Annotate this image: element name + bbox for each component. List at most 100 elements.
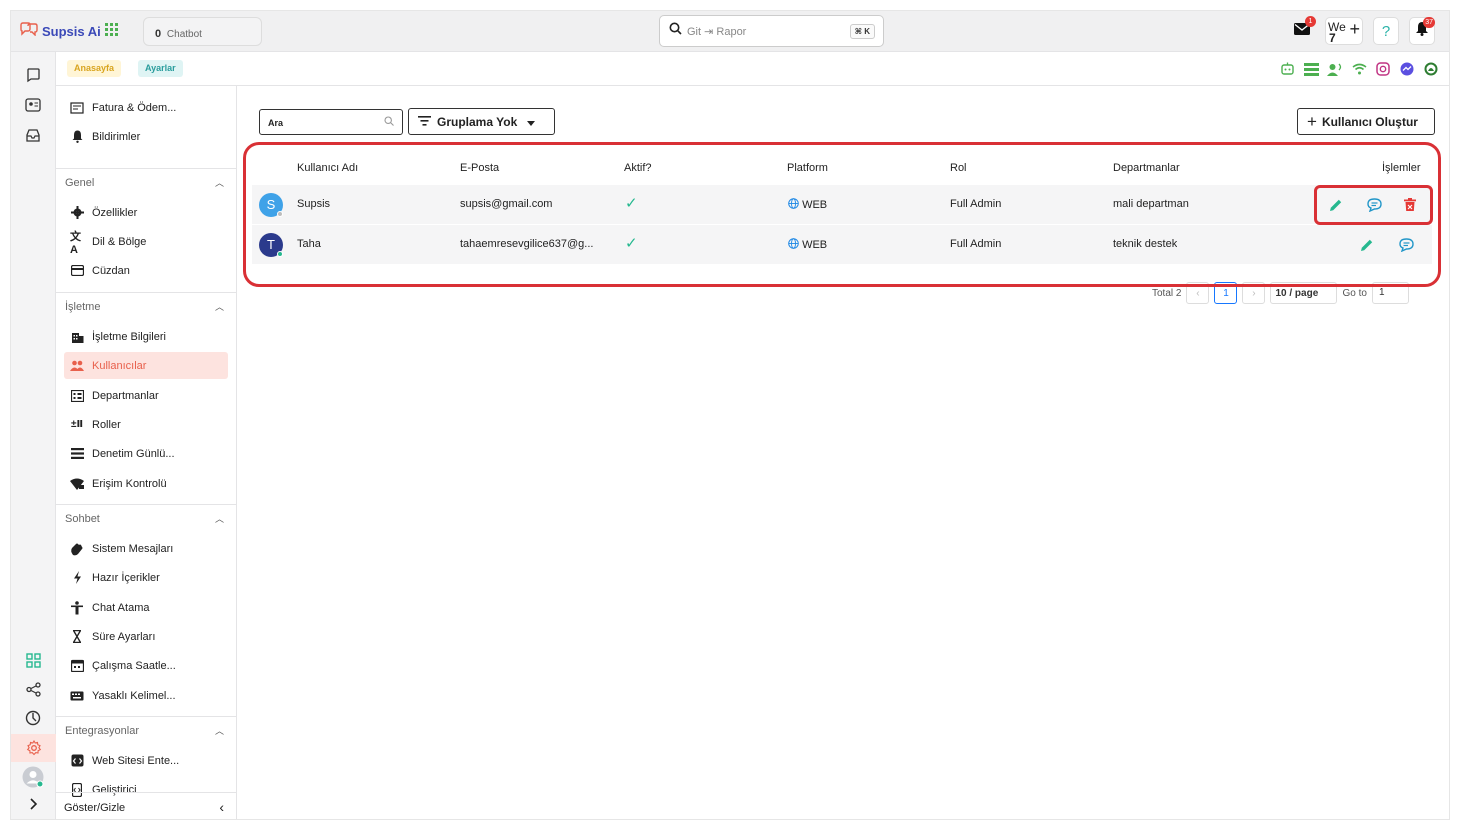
sidebar-item-label: Kullanıcılar [92, 359, 147, 372]
table-header: Kullanıcı Adı E-Posta Aktif? Platform Ro… [252, 153, 1432, 183]
sidebar-item-chat-assignment[interactable]: Chat Atama [64, 594, 228, 621]
sidebar-item-users[interactable]: Kullanıcılar [64, 352, 228, 379]
list-channel-icon[interactable] [1303, 61, 1319, 77]
voice-channel-icon[interactable] [1327, 61, 1343, 77]
sidebar-item-time-settings[interactable]: Süre Ayarları [64, 623, 228, 650]
breadcrumb-settings[interactable]: Ayarlar [138, 60, 183, 77]
sidebar-item-audit-log[interactable]: Denetim Günlü... [64, 440, 228, 467]
check-icon: ✓ [625, 195, 638, 212]
sidebar-item-billing[interactable]: Fatura & Ödem... [64, 94, 228, 121]
cell-platform: WEB [788, 198, 827, 211]
app-logo[interactable]: Supsis Ai [19, 22, 101, 41]
sidebar-item-label: Bildirimler [92, 130, 141, 143]
sidebar-item-access-control[interactable]: Erişim Kontrolü [64, 470, 228, 497]
instagram-icon[interactable] [1375, 61, 1391, 77]
delete-icon[interactable] [1401, 196, 1418, 213]
cell-email: supsis@gmail.com [460, 198, 553, 210]
notifications-button[interactable]: 37 [1409, 17, 1435, 45]
sidebar-item-label: Yasaklı Kelimel... [92, 689, 176, 702]
page-1-button[interactable]: 1 [1214, 282, 1238, 304]
sidebar-item-business-info[interactable]: İşletme Bilgileri [64, 323, 228, 350]
table-row[interactable]: S Supsis supsis@gmail.com ✓ WEB Full Adm… [252, 185, 1432, 224]
sidebar-item-notifications[interactable]: Bildirimler [64, 123, 228, 150]
avatar: T [259, 233, 283, 257]
global-search[interactable]: Git ⇥ Rapor ⌘ K [659, 15, 884, 47]
col-role[interactable]: Rol [950, 162, 967, 174]
sidebar-item-working-hours[interactable]: Çalışma Saatle... [64, 652, 228, 679]
goto-input[interactable]: 1 [1371, 282, 1409, 304]
user-avatar[interactable] [22, 766, 44, 788]
apps-grid-icon[interactable] [105, 23, 118, 36]
next-page-button[interactable]: › [1242, 282, 1266, 304]
col-active[interactable]: Aktif? [624, 162, 652, 174]
platform-label: WEB [802, 239, 828, 251]
dashboard-rail-icon[interactable] [24, 651, 42, 669]
mail-badge: 1 [1305, 16, 1316, 27]
cell-email: tahaemresevgilice637@g... [460, 238, 594, 250]
user-search-input[interactable]: Ara [259, 109, 403, 135]
sidebar-item-banned-words[interactable]: Yasaklı Kelimel... [64, 682, 228, 709]
sidebar-item-label: Özellikler [92, 206, 138, 219]
settings-rail-icon[interactable] [11, 734, 56, 762]
section-header-chat[interactable]: Sohbet ︿ [56, 504, 236, 530]
sidebar-toggle[interactable]: Göster/Gizle ‹ [56, 792, 236, 819]
create-user-button[interactable]: + Kullanıcı Oluştur [1297, 108, 1435, 135]
wifi-channel-icon[interactable] [1351, 61, 1367, 77]
col-departments[interactable]: Departmanlar [1113, 162, 1180, 174]
language-workspace-button[interactable]: We 7 + [1325, 17, 1363, 45]
help-button[interactable]: ? [1373, 17, 1399, 45]
chatbot-selector[interactable]: 0 Chatbot [143, 17, 262, 46]
grouping-dropdown[interactable]: Gruplama Yok [408, 108, 555, 135]
chat-rail-icon[interactable] [24, 66, 42, 84]
messenger-icon[interactable] [1399, 61, 1415, 77]
prev-page-button[interactable]: ‹ [1186, 282, 1210, 304]
sidebar-item-language[interactable]: 文A Dil & Bölge [64, 228, 228, 256]
code-window-icon [70, 754, 84, 768]
sidebar-item-wallet[interactable]: Cüzdan [64, 257, 228, 284]
reports-rail-icon[interactable] [24, 709, 42, 727]
sidebar-item-ready-content[interactable]: Hazır İçerikler [64, 564, 228, 591]
bot-channel-icon[interactable] [1279, 61, 1295, 77]
section-header-integrations[interactable]: Entegrasyonlar ︿ [56, 716, 236, 742]
section-header-general[interactable]: Genel ︿ [56, 168, 236, 194]
status-dot [277, 211, 283, 217]
table-row[interactable]: T Taha tahaemresevgilice637@g... ✓ WEB F… [252, 225, 1432, 264]
calendar-icon [70, 659, 84, 673]
cell-role: Full Admin [950, 198, 1002, 210]
contacts-rail-icon[interactable] [24, 96, 42, 114]
chat-icon[interactable] [1366, 196, 1383, 213]
sidebar-item-label: Dil & Bölge [92, 235, 147, 248]
cell-role: Full Admin [950, 238, 1002, 250]
cell-platform: WEB [788, 238, 827, 251]
edit-icon[interactable] [1358, 236, 1375, 253]
channel-extra-icon[interactable] [1423, 61, 1439, 77]
col-platform[interactable]: Platform [787, 162, 828, 174]
sidebar-item-label: Roller [92, 418, 121, 431]
hourglass-icon [70, 630, 84, 644]
bolt-icon [70, 571, 84, 585]
inbox-rail-icon[interactable] [24, 126, 42, 144]
mail-button[interactable]: 1 [1289, 16, 1316, 45]
goto-label: Go to [1342, 287, 1367, 299]
edit-icon[interactable] [1327, 196, 1344, 213]
plus-icon: + [1307, 111, 1317, 131]
sidebar-item-departments[interactable]: Departmanlar [64, 382, 228, 409]
platform-label: WEB [802, 199, 828, 211]
share-rail-icon[interactable] [24, 680, 42, 698]
expand-rail-icon[interactable] [24, 795, 42, 813]
sidebar-item-features[interactable]: Özellikler [64, 199, 228, 226]
users-icon [70, 359, 84, 373]
sidebar-item-system-messages[interactable]: Sistem Mesajları [64, 535, 228, 562]
sidebar-item-roles[interactable]: ±Ⅱ Roller [64, 411, 228, 438]
sidebar-item-website-integration[interactable]: Web Sitesi Ente... [64, 747, 228, 774]
translate-icon: 文A [70, 230, 81, 256]
chat-icon[interactable] [1398, 236, 1415, 253]
section-header-business[interactable]: İşletme ︿ [56, 292, 236, 318]
col-email[interactable]: E-Posta [460, 162, 499, 174]
page-size-select[interactable]: 10 / page [1270, 282, 1338, 304]
help-icon: ? [1381, 22, 1391, 40]
breadcrumb-home[interactable]: Anasayfa [67, 60, 122, 77]
section-title: İşletme [65, 301, 101, 313]
col-username[interactable]: Kullanıcı Adı [297, 162, 358, 174]
sidebar-item-label: Hazır İçerikler [92, 571, 160, 584]
